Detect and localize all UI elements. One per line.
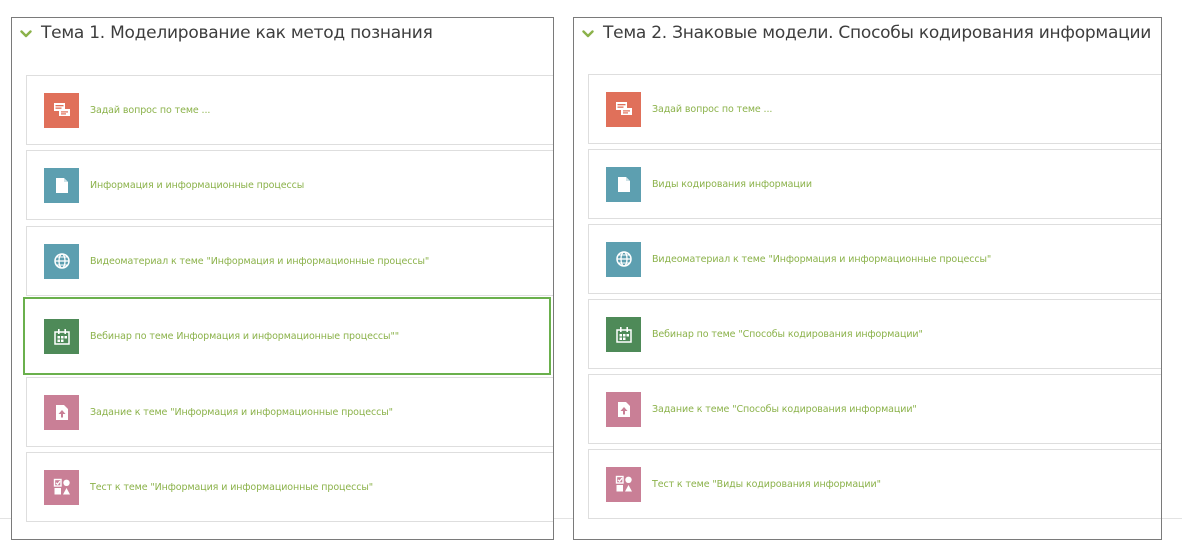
calendar-icon[interactable]	[606, 316, 641, 352]
section-header[interactable]: Тема 2. Знаковые модели. Способы кодиров…	[581, 18, 1151, 48]
activity-link[interactable]: Тест к теме "Виды кодирования информации…	[652, 479, 881, 490]
calendar-icon[interactable]	[44, 318, 79, 354]
activity-link[interactable]: Информация и информационные процессы	[90, 180, 304, 191]
activity-link[interactable]: Задай вопрос по теме ...	[652, 104, 772, 115]
file-icon[interactable]	[44, 167, 79, 203]
course-section-2: Тема 2. Знаковые модели. Способы кодиров…	[573, 17, 1162, 540]
section-title: Тема 1. Моделирование как метод познания	[41, 23, 433, 43]
activity-forum[interactable]: Задай вопрос по теме ...	[588, 74, 1161, 144]
activity-quiz[interactable]: Тест к теме "Виды кодирования информации…	[588, 449, 1161, 519]
section-title: Тема 2. Знаковые модели. Способы кодиров…	[603, 23, 1152, 43]
activity-resource[interactable]: Виды кодирования информации	[588, 149, 1161, 219]
globe-icon[interactable]	[44, 243, 79, 279]
chevron-down-icon[interactable]	[19, 27, 33, 41]
activity-url[interactable]: Видеоматериал к теме "Информация и инфор…	[588, 224, 1161, 294]
forum-icon[interactable]	[606, 91, 641, 127]
activity-webinar[interactable]: Вебинар по теме "Способы кодирования инф…	[588, 299, 1161, 369]
course-section-1: Тема 1. Моделирование как метод познания…	[11, 17, 554, 540]
activity-assign[interactable]: Задание к теме "Способы кодирования инфо…	[588, 374, 1161, 444]
activity-assign[interactable]: Задание к теме "Информация и информацион…	[26, 377, 553, 447]
activity-resource[interactable]: Информация и информационные процессы	[26, 150, 553, 220]
activity-webinar[interactable]: Вебинар по теме Информация и информацион…	[23, 297, 551, 375]
chevron-down-icon[interactable]	[581, 27, 595, 41]
activity-link[interactable]: Видеоматериал к теме "Информация и инфор…	[652, 254, 991, 265]
activity-link[interactable]: Тест к теме "Информация и информационные…	[90, 482, 373, 493]
quiz-icon[interactable]	[606, 466, 641, 502]
quiz-icon[interactable]	[44, 469, 79, 505]
activity-quiz[interactable]: Тест к теме "Информация и информационные…	[26, 452, 553, 522]
forum-icon[interactable]	[44, 92, 79, 128]
activity-forum[interactable]: Задай вопрос по теме ...	[26, 75, 553, 145]
globe-icon[interactable]	[606, 241, 641, 277]
activity-link[interactable]: Вебинар по теме Информация и информацион…	[90, 331, 399, 342]
file-icon[interactable]	[606, 166, 641, 202]
activity-url[interactable]: Видеоматериал к теме "Информация и инфор…	[26, 226, 553, 296]
section-header[interactable]: Тема 1. Моделирование как метод познания	[19, 18, 433, 48]
activity-link[interactable]: Видеоматериал к теме "Информация и инфор…	[90, 256, 429, 267]
activity-link[interactable]: Задай вопрос по теме ...	[90, 105, 210, 116]
activity-link[interactable]: Виды кодирования информации	[652, 179, 812, 190]
activity-link[interactable]: Вебинар по теме "Способы кодирования инф…	[652, 329, 923, 340]
assignment-icon[interactable]	[606, 391, 641, 427]
activity-link[interactable]: Задание к теме "Информация и информацион…	[90, 407, 393, 418]
activity-link[interactable]: Задание к теме "Способы кодирования инфо…	[652, 404, 917, 415]
assignment-icon[interactable]	[44, 394, 79, 430]
